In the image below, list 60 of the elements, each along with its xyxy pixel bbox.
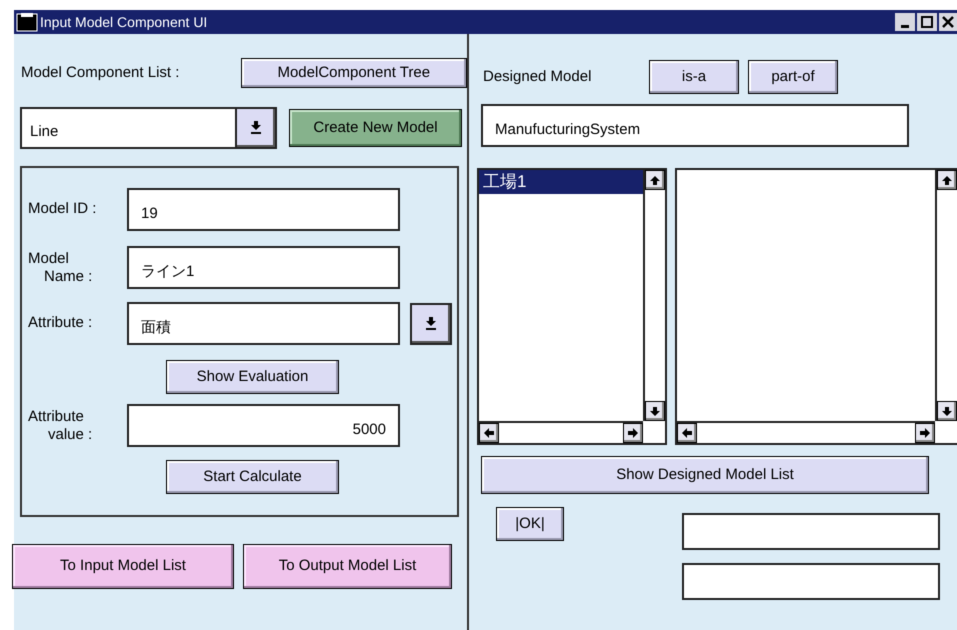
input-field[interactable] [682, 563, 940, 600]
list-item[interactable]: 工場1 [479, 170, 643, 194]
attribute-value-label: value : [48, 426, 94, 444]
vertical-scrollbar[interactable] [935, 170, 957, 421]
arrow-up-icon [941, 174, 953, 186]
window-title: Input Model Component UI [40, 12, 208, 32]
model-component-tree-button[interactable]: ModelComponent Tree [240, 58, 467, 88]
arrow-up-icon [649, 174, 661, 186]
arrow-left-icon [483, 427, 495, 439]
model-id-label: Model ID : [28, 199, 98, 220]
vertical-scrollbar[interactable] [643, 170, 665, 421]
attribute-value-label: Attribute [28, 408, 85, 426]
model-combo-box[interactable]: Line [20, 107, 277, 149]
combo-value: Line [29, 122, 60, 142]
scroll-arrow-button[interactable] [645, 170, 665, 190]
horizontal-scrollbar[interactable] [677, 421, 935, 443]
window-icon [16, 12, 38, 32]
start-calculate-button[interactable]: Start Calculate [166, 460, 339, 494]
model-name-label: Model [28, 250, 70, 268]
minimize-icon [901, 25, 909, 28]
show-evaluation-button[interactable]: Show Evaluation [166, 360, 339, 394]
relation-button[interactable]: part-of [748, 60, 838, 94]
close-button[interactable] [939, 13, 957, 31]
scroll-arrow-button[interactable] [937, 401, 957, 421]
create-new-model-button[interactable]: Create New Model [289, 109, 462, 147]
input-field[interactable]: 19 [127, 188, 400, 231]
input-field[interactable]: ManufucturingSystem [481, 104, 909, 147]
model-name-label: Name : [44, 268, 94, 286]
scroll-arrow-button[interactable] [937, 170, 957, 190]
arrow-down-icon [941, 405, 953, 417]
designed-model-label: Designed Model [483, 66, 592, 87]
model-component-list-label: Model Component List : [21, 62, 180, 83]
scroll-arrow-button[interactable] [645, 401, 665, 421]
maximize-icon [921, 16, 933, 28]
ok-button[interactable]: |OK| [496, 507, 564, 541]
attribute-label: Attribute : [28, 313, 94, 334]
input-field[interactable]: 面積 [127, 302, 400, 345]
scroll-arrow-button[interactable] [623, 423, 643, 443]
download-arrow-icon [250, 121, 262, 135]
maximize-button[interactable] [917, 13, 937, 31]
relation-button[interactable]: is-a [649, 60, 739, 94]
show-designed-model-list-button[interactable]: Show Designed Model List [481, 456, 929, 494]
dropdown-button[interactable] [410, 302, 452, 344]
arrow-right-icon [627, 427, 639, 439]
scroll-arrow-button[interactable] [915, 423, 935, 443]
input-field[interactable] [682, 513, 940, 550]
download-arrow-icon [425, 316, 437, 330]
horizontal-scrollbar[interactable] [479, 421, 643, 443]
input-field[interactable]: 5000 [127, 404, 400, 447]
scroll-arrow-button[interactable] [479, 423, 499, 443]
model-list-button[interactable]: To Input Model List [12, 544, 234, 589]
minimize-button[interactable] [895, 13, 915, 31]
dropdown-button[interactable] [235, 109, 275, 147]
scroll-arrow-button[interactable] [677, 423, 697, 443]
input-field[interactable]: ライン1 [127, 246, 400, 289]
arrow-left-icon [681, 427, 693, 439]
close-icon [942, 16, 954, 28]
arrow-right-icon [919, 427, 931, 439]
arrow-down-icon [649, 405, 661, 417]
model-list-button[interactable]: To Output Model List [243, 544, 452, 589]
